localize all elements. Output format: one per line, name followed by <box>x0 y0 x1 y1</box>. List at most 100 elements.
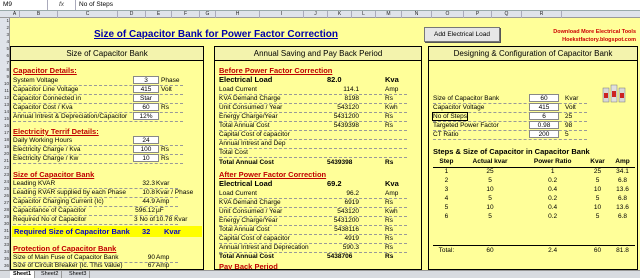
empty-cell <box>585 221 610 229</box>
column-header[interactable]: B <box>20 11 58 18</box>
add-electrical-load-button[interactable]: Add Electrical Load <box>424 27 500 42</box>
row-header[interactable]: 15 <box>0 116 10 121</box>
input-cell[interactable]: 200 <box>529 130 559 138</box>
sheet-tab[interactable]: Sheet3 <box>66 271 91 278</box>
row-header[interactable]: 28 <box>0 207 10 212</box>
row-header[interactable]: 17 <box>0 130 10 135</box>
table-cell: 5 <box>488 195 492 202</box>
input-cell[interactable]: 0.98 <box>529 121 559 129</box>
total-label: Total: <box>433 244 460 255</box>
input-cell[interactable]: 100 <box>133 145 159 153</box>
input-cell[interactable]: 415 <box>529 103 559 111</box>
table-cell: 6.8 <box>617 213 628 220</box>
sheet-tab[interactable]: Sheet1 <box>10 271 36 278</box>
column-header[interactable]: H <box>216 11 260 18</box>
row-header[interactable]: 34 <box>0 249 10 254</box>
input-cell[interactable]: 6 <box>529 112 559 120</box>
row-header[interactable]: 25 <box>0 186 10 191</box>
after-load-value: 69.2 <box>327 179 342 188</box>
row-header[interactable]: 27 <box>0 200 10 205</box>
row-header[interactable]: 35 <box>0 256 10 261</box>
column-header[interactable]: G <box>200 11 216 18</box>
column-header[interactable]: K <box>328 11 352 18</box>
after-total-unit: Rs <box>385 253 394 260</box>
steps-table: Step Actual kvar Power Ratio Kvar Amp 1 25 1 25 3… <box>433 157 635 255</box>
column-header[interactable]: E <box>146 11 172 18</box>
row-header[interactable]: 23 <box>0 172 10 177</box>
unit-cell: Rs <box>385 113 393 120</box>
row-header[interactable]: 10 <box>0 81 10 86</box>
column-header[interactable]: N <box>402 11 432 18</box>
capacitor-bank-size-panel: Size of Capacitor Bank Capacitor Details… <box>10 46 204 270</box>
table-cell: 6 <box>444 213 449 220</box>
row-label: Capital Cost of capacitor <box>219 131 290 138</box>
row-header[interactable]: 31 <box>0 228 10 233</box>
row-label: Size of Circuit Breaker (Ic. This Value) <box>13 262 123 269</box>
row-header[interactable]: 7 <box>0 60 10 65</box>
row-header[interactable]: 36 <box>0 263 10 268</box>
column-header[interactable]: Q <box>492 11 522 18</box>
column-header[interactable]: C <box>58 11 118 18</box>
column-header: Kvar <box>585 157 611 168</box>
row-header[interactable]: 1 <box>0 18 10 23</box>
row-header[interactable]: 26 <box>0 193 10 198</box>
column-header[interactable]: D <box>118 11 146 18</box>
total-cell: 60 <box>459 244 521 255</box>
name-box[interactable]: M9 <box>0 0 48 10</box>
worksheet-grid[interactable]: Size of Capacitor Bank for Power Factor … <box>10 18 640 270</box>
empty-cell <box>460 237 520 245</box>
column-header[interactable]: L <box>352 11 376 18</box>
after-load-unit: Kva <box>385 179 399 188</box>
table-cell: 0.4 <box>548 186 558 193</box>
row-header[interactable]: 21 <box>0 158 10 163</box>
input-cell[interactable]: 60 <box>133 103 159 111</box>
formula-bar: M9 fx No of Steps <box>0 0 640 11</box>
formula-input[interactable]: No of Steps <box>76 0 113 10</box>
column-header[interactable]: M <box>376 11 402 18</box>
row-header[interactable]: 12 <box>0 95 10 100</box>
row-header[interactable]: 18 <box>0 137 10 142</box>
empty-cell <box>585 237 610 245</box>
input-cell[interactable]: 3 <box>133 76 159 84</box>
row-header[interactable]: 11 <box>0 88 10 93</box>
row-header[interactable]: 8 <box>0 67 10 72</box>
column-header[interactable]: R <box>522 11 562 18</box>
row-header[interactable]: 22 <box>0 165 10 170</box>
column-header[interactable]: J <box>304 11 328 18</box>
input-cell[interactable]: 415 <box>133 85 159 93</box>
row-header[interactable]: 30 <box>0 221 10 226</box>
row-divider <box>13 121 183 122</box>
row-header[interactable]: 16 <box>0 123 10 128</box>
row-header[interactable]: 9 <box>0 74 10 79</box>
row-header[interactable]: 6 <box>0 53 10 58</box>
column-header[interactable]: I <box>260 11 304 18</box>
row-header[interactable]: 29 <box>0 214 10 219</box>
input-cell[interactable]: 10 <box>133 154 159 162</box>
value-cell: 96.2 <box>346 190 359 197</box>
column-header[interactable]: P <box>464 11 492 18</box>
row-header[interactable]: 3 <box>0 32 10 37</box>
total-cell: 2.4 <box>520 244 586 255</box>
row-header[interactable]: 13 <box>0 102 10 107</box>
row-header[interactable]: 33 <box>0 242 10 247</box>
row-label: Daily Working Hours <box>13 137 73 144</box>
sheet-tab[interactable]: Sheet2 <box>38 271 63 278</box>
input-cell[interactable]: Star <box>133 94 159 102</box>
row-header[interactable]: 2 <box>0 25 10 30</box>
input-cell[interactable]: 12% <box>133 112 159 120</box>
row-header[interactable]: 32 <box>0 235 10 240</box>
required-size-unit: Kvar <box>164 227 181 236</box>
input-cell[interactable]: 24 <box>133 136 159 144</box>
row-header[interactable]: 5 <box>0 46 10 51</box>
row-header[interactable]: 20 <box>0 151 10 156</box>
column-header[interactable]: A <box>10 11 20 18</box>
column-header[interactable]: O <box>432 11 464 18</box>
row-header[interactable]: 19 <box>0 144 10 149</box>
row-header[interactable]: 14 <box>0 109 10 114</box>
row-header[interactable]: 24 <box>0 179 10 184</box>
unit-cell: Rs <box>161 155 169 162</box>
input-cell[interactable]: 60 <box>529 94 559 102</box>
download-link[interactable]: Download More Electrical Tools Hoekstfac… <box>536 28 636 44</box>
column-header[interactable]: F <box>172 11 200 18</box>
row-header[interactable]: 4 <box>0 39 10 44</box>
